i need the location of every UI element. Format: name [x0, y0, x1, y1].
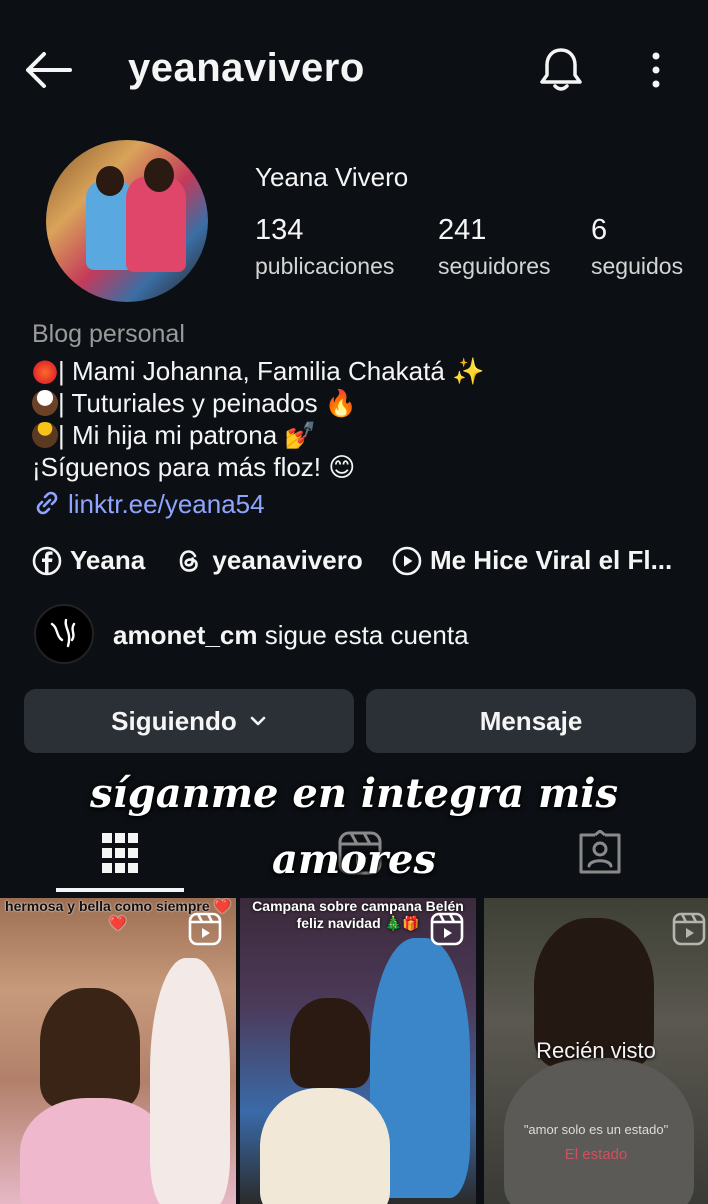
stat-followers-label: seguidores: [438, 253, 551, 279]
followed-by-text: amonet_cm sigue esta cuenta: [113, 620, 469, 651]
bio-line: ¡Síguenos para más floz! 😊: [32, 452, 356, 482]
reel-badge-icon: [430, 912, 464, 946]
stat-followers-count: 241: [438, 214, 487, 246]
following-button[interactable]: Siguiendo: [24, 689, 354, 753]
more-options-icon[interactable]: [640, 48, 672, 92]
play-circle-icon: [392, 546, 422, 575]
threads-link-label: yeanavivero: [212, 545, 363, 575]
grid-post-reel[interactable]: Campana sobre campana Belén feliz navida…: [240, 898, 476, 1204]
stat-following-count: 6: [591, 214, 608, 246]
post-thumbnail-figure: [290, 998, 370, 1088]
bio-line: | Tuturiales y peinados 🔥: [32, 388, 357, 419]
bio-text: | Mi hija mi patrona 💅: [58, 420, 317, 450]
post-thumbnail-figure: [260, 1088, 390, 1204]
facebook-link[interactable]: Yeana: [32, 545, 145, 576]
back-arrow-icon[interactable]: [22, 48, 74, 92]
heart-fire-emoji-icon: [32, 358, 58, 384]
posts-grid: hermosa y bella como siempre ❤️❤️ Campan…: [0, 898, 708, 1204]
top-bar: yeanavivero: [0, 0, 708, 140]
follower-logo-icon: [50, 618, 76, 648]
post-caption: "amor solo es un estado": [523, 1122, 669, 1137]
message-button-label: Mensaje: [479, 705, 583, 736]
post-thumbnail-figure: [20, 1098, 170, 1204]
bio-text: | Tuturiales y peinados 🔥: [58, 388, 358, 418]
follower-username[interactable]: amonet_cm: [113, 620, 258, 650]
link-icon: [36, 491, 58, 515]
grid-post-reel[interactable]: Recién visto "amor solo es un estado" El…: [484, 898, 708, 1204]
profile-link[interactable]: linktr.ee/yeana54: [32, 488, 265, 520]
bio-text: | Mami Johanna, Familia Chakatá ✨: [58, 356, 485, 386]
recently-seen-label: Recién visto: [536, 1038, 656, 1063]
profile-display-name: Yeana Vivero: [255, 162, 409, 192]
followed-by-row[interactable]: amonet_cm sigue esta cuenta: [34, 604, 674, 664]
facebook-icon: [32, 546, 62, 575]
grid-post-reel[interactable]: hermosa y bella como siempre ❤️❤️: [0, 898, 236, 1204]
chef-emoji-icon: [32, 390, 58, 416]
stat-followers[interactable]: 241 seguidores: [438, 214, 551, 280]
post-caption: El estado: [564, 1146, 628, 1163]
profile-link-text: linktr.ee/yeana54: [68, 489, 265, 519]
reel-badge-icon: [188, 912, 222, 946]
stat-posts-label: publicaciones: [255, 253, 395, 279]
threads-link[interactable]: yeanavivero: [174, 545, 363, 576]
following-button-label: Siguiendo: [111, 705, 237, 736]
facebook-link-label: Yeana: [70, 545, 146, 575]
reel-badge-icon: [672, 912, 706, 946]
profile-avatar[interactable]: [46, 140, 208, 302]
threads-icon: [180, 549, 199, 572]
bio-line: | Mi hija mi patrona 💅: [32, 420, 317, 451]
stat-posts[interactable]: 134 publicaciones: [255, 214, 394, 280]
chevron-down-icon: [250, 716, 266, 726]
stat-following[interactable]: 6 seguidos: [591, 214, 683, 280]
profile-username-title: yeanavivero: [128, 46, 365, 90]
followed-by-suffix: sigue esta cuenta: [257, 620, 469, 650]
follower-avatar: [34, 604, 94, 664]
stat-posts-count: 134: [255, 214, 304, 246]
avatar-photo-shape: [96, 166, 124, 196]
overlay-caption-line: amores: [272, 836, 436, 883]
profile-category: Blog personal: [32, 320, 185, 348]
video-link[interactable]: Me Hice Viral el Fl...: [392, 545, 672, 576]
stat-following-label: seguidos: [591, 253, 684, 279]
bio-line: | Mami Johanna, Familia Chakatá ✨: [32, 356, 484, 387]
post-thumbnail-figure: [40, 988, 140, 1108]
avatar-photo-shape: [144, 158, 174, 192]
overlay-caption-line: síganme en integra mis: [90, 770, 618, 817]
active-tab-indicator: [56, 888, 184, 892]
message-button[interactable]: Mensaje: [366, 689, 696, 753]
notification-bell-icon[interactable]: [536, 44, 586, 96]
post-thumbnail-figure: [150, 958, 230, 1204]
video-link-label: Me Hice Viral el Fl...: [429, 545, 673, 575]
crown-person-emoji-icon: [32, 422, 58, 448]
social-links-row: Yeana yeanavivero Me Hice Viral el Fl...: [32, 545, 692, 579]
